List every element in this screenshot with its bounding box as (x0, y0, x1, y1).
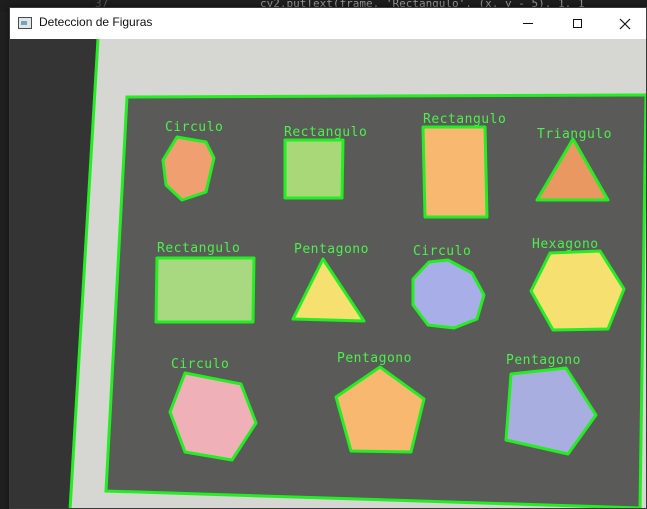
minimize-icon (522, 23, 533, 24)
shape-label-3: Rectangulo (423, 112, 506, 127)
maximize-button[interactable] (555, 8, 600, 39)
shape-label-9: Circulo (171, 357, 229, 372)
shape-label-5: Rectangulo (157, 241, 240, 256)
shape-label-11: Pentagono (506, 353, 581, 368)
close-button[interactable] (602, 8, 646, 39)
app-icon (18, 17, 32, 29)
window-title: Deteccion de Figuras (39, 15, 153, 29)
shape-label-6: Pentagono (294, 242, 369, 257)
detected-rect-5 (154, 256, 256, 324)
detected-circle-1 (161, 135, 216, 202)
maximize-icon (573, 19, 582, 28)
shape-label-4: Triangulo (537, 127, 612, 142)
title-bar[interactable]: Deteccion de Figuras (10, 8, 646, 39)
shape-label-2: Rectangulo (284, 125, 367, 140)
minimize-button[interactable] (505, 8, 550, 39)
shape-label-10: Pentagono (337, 351, 412, 366)
shape-label-1: Circulo (165, 120, 223, 135)
shape-label-7: Circulo (413, 244, 471, 259)
close-icon (619, 18, 630, 29)
app-window: Deteccion de Figuras Circulo Rectangulo Re… (9, 7, 647, 509)
camera-frame: Circulo Rectangulo Rectangulo Triangulo Rect… (10, 39, 646, 508)
detected-rect-2 (283, 138, 345, 200)
detected-rect-3 (421, 125, 489, 219)
shape-label-8: Hexagono (532, 237, 599, 252)
